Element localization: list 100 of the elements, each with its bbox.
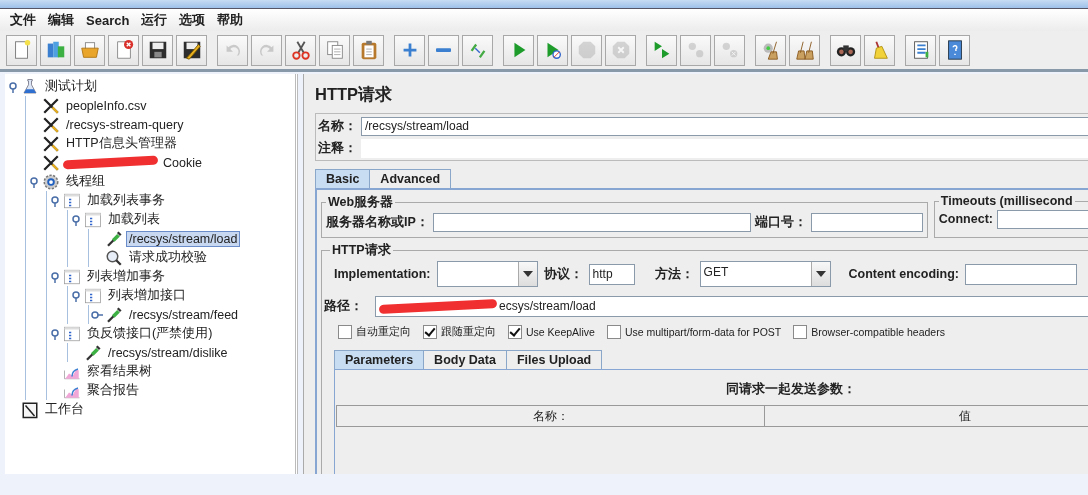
tab[interactable]: Basic bbox=[315, 169, 371, 188]
tab[interactable]: Advanced bbox=[369, 169, 452, 188]
menu-item[interactable]: 帮助 bbox=[211, 11, 250, 29]
option-checkbox[interactable]: Use multipart/form-data for POST bbox=[606, 325, 782, 339]
collapse-button[interactable] bbox=[428, 34, 459, 66]
tree-item[interactable]: 聚合报告 bbox=[84, 381, 142, 400]
option-checkbox[interactable]: 跟随重定向 bbox=[423, 325, 496, 339]
port-field[interactable] bbox=[810, 212, 923, 232]
name-field[interactable]: /recsys/stream/load bbox=[361, 116, 1088, 136]
function-button[interactable] bbox=[905, 34, 936, 66]
connect-label: Connect: bbox=[938, 212, 993, 226]
window-icon bbox=[84, 210, 102, 229]
tree-item[interactable]: /recsys/stream/dislike bbox=[105, 344, 231, 361]
templates-button[interactable] bbox=[40, 34, 71, 66]
expand-handle-icon[interactable] bbox=[28, 175, 40, 188]
tab[interactable]: Parameters bbox=[334, 350, 425, 369]
port-label: 端口号： bbox=[754, 213, 807, 231]
dropdown-arrow-icon bbox=[522, 271, 533, 277]
expand-button[interactable] bbox=[394, 34, 425, 66]
option-checkbox[interactable]: Browser-compatible headers bbox=[793, 325, 945, 339]
start-button[interactable] bbox=[503, 34, 534, 66]
implementation-dropdown[interactable] bbox=[436, 261, 538, 287]
clear-all-button[interactable] bbox=[789, 34, 820, 66]
new-button[interactable] bbox=[6, 34, 37, 66]
clear-button[interactable] bbox=[755, 34, 786, 66]
tree-item[interactable]: 列表增加事务 bbox=[84, 267, 168, 286]
path-field[interactable]: ecsys/stream/load bbox=[375, 295, 1088, 317]
path-label: 路径： bbox=[324, 297, 363, 315]
toggle-button[interactable] bbox=[462, 34, 493, 66]
window-icon bbox=[63, 191, 81, 210]
menu-item[interactable]: 编辑 bbox=[42, 11, 80, 29]
remote-start-button[interactable] bbox=[646, 34, 677, 66]
server-label: 服务器名称或IP： bbox=[326, 213, 429, 231]
notepad-icon bbox=[21, 400, 39, 419]
expand-handle-icon[interactable] bbox=[49, 327, 61, 340]
paste-button[interactable] bbox=[353, 34, 384, 66]
option-checkbox[interactable]: Use KeepAlive bbox=[508, 325, 595, 339]
tree-item[interactable]: 察看结果树 bbox=[84, 362, 155, 381]
tree-item[interactable]: HTTP信息头管理器 bbox=[63, 134, 180, 153]
pipette-icon bbox=[105, 305, 123, 324]
tree-item[interactable]: /recsys-stream-query bbox=[63, 116, 187, 133]
collapse-handle-icon[interactable] bbox=[91, 308, 103, 321]
wrench-icon bbox=[42, 96, 60, 115]
encoding-field[interactable] bbox=[964, 263, 1077, 285]
pipette-icon bbox=[105, 229, 123, 248]
menu-item[interactable]: 选项 bbox=[173, 11, 212, 29]
option-checkbox[interactable]: 自动重定向 bbox=[338, 325, 411, 339]
group-title: HTTP请求 bbox=[332, 243, 391, 257]
pipette-icon bbox=[84, 343, 102, 362]
search-button[interactable] bbox=[830, 34, 861, 66]
open-button[interactable] bbox=[74, 34, 105, 66]
magnifier-icon bbox=[105, 248, 123, 267]
connect-field[interactable] bbox=[997, 209, 1088, 229]
help-button[interactable] bbox=[939, 34, 970, 66]
brooms-icon bbox=[793, 39, 816, 61]
tree-item[interactable]: 请求成功校验 bbox=[126, 248, 210, 267]
expand-handle-icon[interactable] bbox=[49, 194, 61, 207]
group-title: Timeouts (millisecond bbox=[940, 194, 1073, 208]
tree-item[interactable]: /recsys/stream/load bbox=[126, 230, 241, 247]
tree-item[interactable]: peopleInfo.csv bbox=[63, 97, 150, 114]
save-as-button[interactable] bbox=[176, 34, 207, 66]
path-value: ecsys/stream/load bbox=[499, 299, 596, 313]
expand-handle-icon[interactable] bbox=[49, 270, 61, 283]
tree-item[interactable]: 线程组 bbox=[63, 172, 108, 191]
protocol-field[interactable]: http bbox=[588, 263, 635, 285]
gear-icon bbox=[42, 172, 60, 191]
dropdown-arrow-icon bbox=[815, 271, 826, 277]
tree-item[interactable]: 工作台 bbox=[42, 400, 87, 419]
expand-handle-icon[interactable] bbox=[7, 80, 19, 93]
save-button[interactable] bbox=[142, 34, 173, 66]
cut-button[interactable] bbox=[285, 34, 316, 66]
start-no-pause-button[interactable] bbox=[537, 34, 568, 66]
wrench-icon bbox=[42, 115, 60, 134]
panel-title: HTTP请求 bbox=[315, 84, 394, 105]
tab[interactable]: Body Data bbox=[423, 350, 507, 369]
menu-item[interactable]: 运行 bbox=[135, 11, 174, 29]
tab[interactable]: Files Upload bbox=[505, 350, 603, 369]
minus-icon bbox=[436, 48, 451, 52]
tree-item[interactable]: 列表增加接口 bbox=[105, 286, 189, 305]
method-dropdown[interactable]: GET bbox=[699, 261, 831, 287]
folder-icon bbox=[78, 39, 101, 61]
menu-item[interactable]: 文件 bbox=[4, 11, 42, 29]
tree-item[interactable]: 负反馈接口(严禁使用) bbox=[84, 324, 216, 343]
protocol-label: 协议： bbox=[543, 265, 583, 283]
tree-item[interactable]: 加载列表事务 bbox=[84, 191, 168, 210]
column-header[interactable]: 值 bbox=[765, 406, 1088, 426]
column-header[interactable]: 名称： bbox=[337, 406, 765, 426]
window-icon bbox=[63, 324, 81, 343]
menu-item[interactable]: Search bbox=[80, 12, 136, 28]
tree-item[interactable]: Cookie bbox=[160, 154, 205, 171]
encoding-label: Content encoding: bbox=[848, 267, 959, 281]
tree-item[interactable]: 测试计划 bbox=[42, 77, 100, 96]
tree-item[interactable]: 加载列表 bbox=[105, 210, 163, 229]
close-button[interactable] bbox=[108, 34, 139, 66]
tree-item[interactable]: /recsys/stream/feed bbox=[126, 306, 242, 323]
server-field[interactable] bbox=[432, 212, 751, 232]
expand-handle-icon[interactable] bbox=[70, 213, 82, 226]
expand-handle-icon[interactable] bbox=[70, 289, 82, 302]
window-icon bbox=[63, 267, 81, 286]
table-title: 同请求一起发送参数： bbox=[726, 382, 856, 396]
